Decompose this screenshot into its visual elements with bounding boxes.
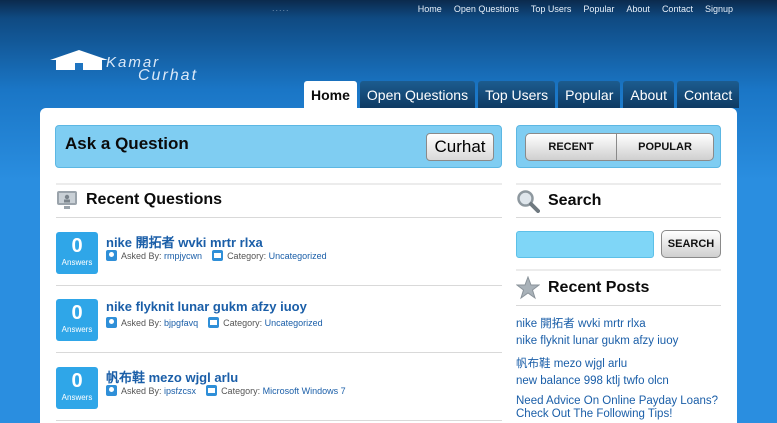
answer-count-badge: 0 Answers [56, 367, 98, 409]
asker-link[interactable]: ipsfzcsx [164, 386, 196, 396]
top-nav-signup[interactable]: Signup [705, 4, 733, 14]
answer-count-badge: 0 Answers [56, 232, 98, 274]
user-icon [106, 317, 117, 328]
recent-post-link[interactable]: nike 開拓者 wvki mrtr rlxa [516, 315, 646, 331]
top-navigation: ..... Home Open Questions Top Users Popu… [0, 0, 777, 18]
asked-by-label: Asked By: [121, 317, 162, 328]
category-link[interactable]: Uncategorized [265, 318, 323, 328]
question-meta: Asked By: bjpgfavq Category: Uncategoriz… [106, 317, 323, 328]
answer-count: 0 [71, 302, 83, 324]
answer-count-badge: 0 Answers [56, 299, 98, 341]
recent-post-link[interactable]: Need Advice On Online Payday Loans? [516, 395, 718, 407]
question-meta: Asked By: ipsfzcsx Category: Microsoft W… [106, 385, 346, 396]
magnifier-icon [517, 190, 540, 213]
top-nav-open-questions[interactable]: Open Questions [454, 4, 519, 14]
category-label: Category: [227, 250, 267, 261]
divider [516, 305, 721, 306]
tab-about[interactable]: About [623, 81, 674, 108]
question-meta: Asked By: rmpjycwn Category: Uncategoriz… [106, 250, 327, 261]
question-title-link[interactable]: nike 開拓者 wvki mrtr rlxa [106, 232, 263, 251]
recent-questions-heading: Recent Questions [86, 191, 223, 208]
tab-contact[interactable]: Contact [676, 81, 740, 108]
top-nav-contact[interactable]: Contact [662, 4, 693, 14]
tab-popular[interactable]: Popular [558, 81, 621, 108]
category-label: Category: [223, 317, 263, 328]
folder-icon [212, 250, 224, 261]
asked-by-label: Asked By: [121, 250, 162, 261]
divider [56, 420, 502, 421]
popular-tab-button[interactable]: POPULAR [617, 133, 714, 161]
top-nav-home[interactable]: Home [418, 4, 442, 14]
tab-open-questions[interactable]: Open Questions [359, 81, 476, 108]
search-header: Search [516, 189, 601, 213]
divider [516, 217, 721, 218]
answer-count-label: Answers [61, 325, 93, 334]
house-icon [50, 50, 108, 70]
logo-text-curhat: Curhat [138, 67, 199, 84]
category-label: Category: [221, 385, 261, 396]
recent-tab-button[interactable]: RECENT [525, 133, 617, 161]
divider [516, 183, 721, 185]
search-button[interactable]: SEARCH [661, 230, 721, 258]
category-link[interactable]: Microsoft Windows 7 [263, 386, 346, 396]
top-nav-popular[interactable]: Popular [583, 4, 614, 14]
search-input[interactable] [516, 231, 654, 258]
recent-post-link-continued[interactable]: Check Out The Following Tips! [516, 408, 672, 420]
question-title-link[interactable]: 帆布鞋 mezo wjgl arlu [106, 367, 238, 386]
star-icon [516, 276, 540, 300]
divider [56, 217, 502, 218]
ask-question-title: Ask a Question [65, 134, 189, 153]
recent-posts-heading: Recent Posts [548, 279, 650, 296]
top-nav-list: Home Open Questions Top Users Popular Ab… [418, 4, 733, 14]
divider [56, 183, 502, 185]
asker-link[interactable]: rmpjycwn [164, 251, 202, 261]
sidebar-segmented-control: RECENT POPULAR [525, 133, 714, 161]
answer-count: 0 [71, 235, 83, 257]
divider [56, 285, 502, 286]
tab-home[interactable]: Home [304, 81, 357, 108]
answer-count-label: Answers [61, 258, 93, 267]
search-heading: Search [548, 192, 602, 209]
question-title-link[interactable]: nike flyknit lunar gukm afzy iuoy [106, 299, 307, 314]
top-nav-top-users[interactable]: Top Users [531, 4, 572, 14]
user-icon [106, 250, 117, 261]
divider [56, 352, 502, 353]
folder-icon [208, 317, 220, 328]
site-logo[interactable]: Kamar Curhat [48, 50, 268, 86]
recent-post-link[interactable]: 帆布鞋 mezo wjgl arlu [516, 355, 627, 371]
curhat-button[interactable]: Curhat [426, 133, 494, 161]
divider [516, 269, 721, 271]
folder-icon [206, 385, 218, 396]
recent-post-link[interactable]: new balance 998 ktlj twfo olcn [516, 375, 669, 387]
user-icon [106, 385, 117, 396]
tab-top-users[interactable]: Top Users [478, 81, 556, 108]
category-link[interactable]: Uncategorized [269, 251, 327, 261]
asker-link[interactable]: bjpgfavq [164, 318, 198, 328]
recent-posts-header: Recent Posts [516, 276, 649, 300]
main-tabs: Home Open Questions Top Users Popular Ab… [304, 81, 740, 108]
asked-by-label: Asked By: [121, 385, 162, 396]
recent-questions-header: Recent Questions [56, 190, 222, 210]
recent-post-link[interactable]: nike flyknit lunar gukm afzy iuoy [516, 335, 678, 347]
ask-question-box: Ask a Question Curhat [55, 125, 502, 168]
answer-count-label: Answers [61, 393, 93, 402]
sidebar-tab-box: RECENT POPULAR [516, 125, 721, 168]
monitor-icon [57, 191, 77, 209]
answer-count: 0 [71, 370, 83, 392]
top-dots: ..... [272, 3, 290, 13]
top-nav-about[interactable]: About [626, 4, 650, 14]
